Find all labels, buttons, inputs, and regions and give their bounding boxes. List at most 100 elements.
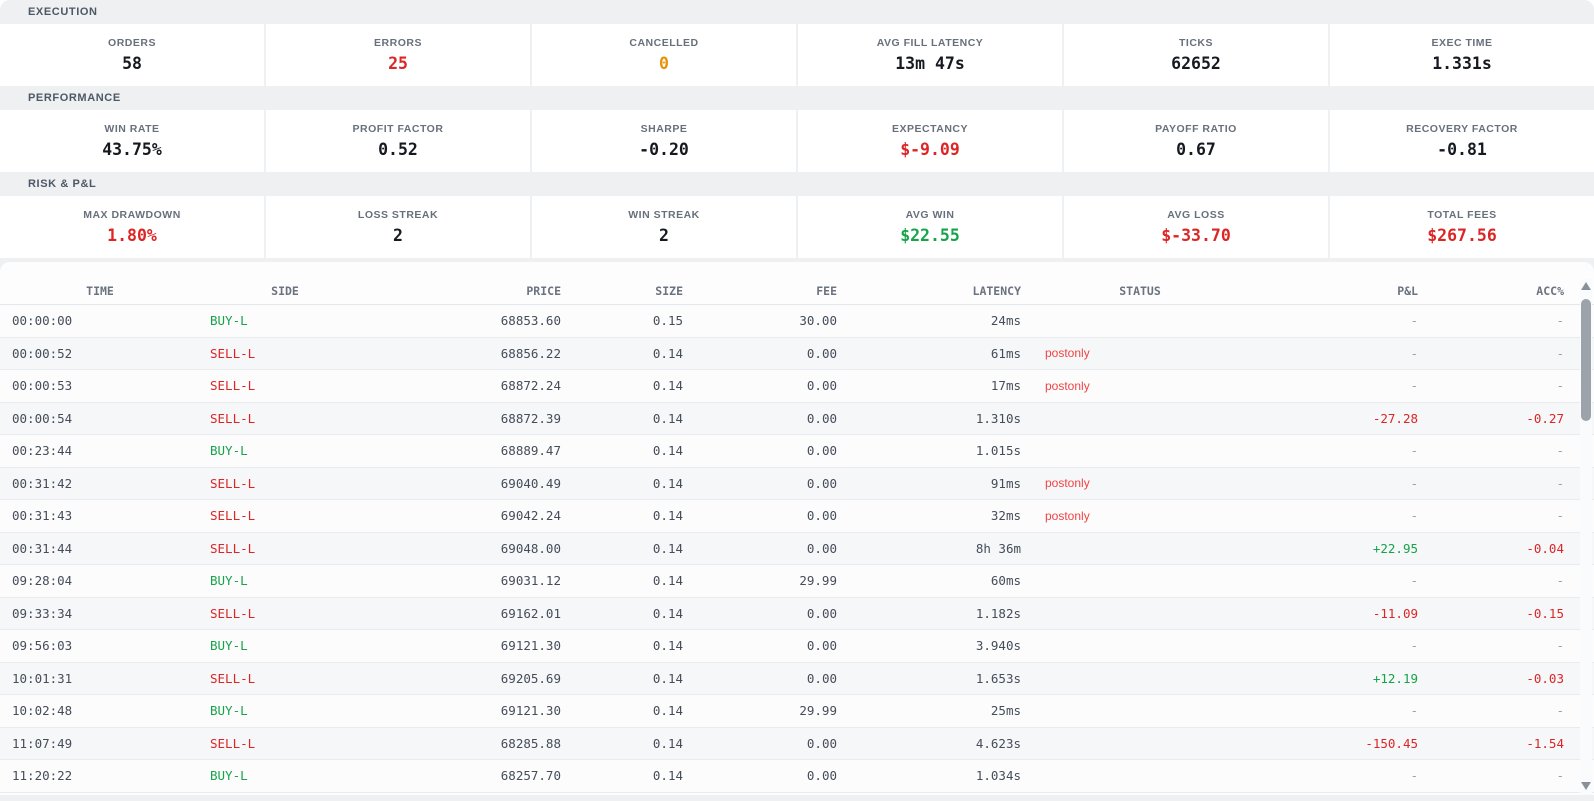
cell-side: BUY-L xyxy=(210,313,248,329)
cell-size: 0.14 xyxy=(652,540,683,556)
cell-latency: 4.623s xyxy=(975,735,1021,751)
cell-fee: 0.00 xyxy=(806,670,837,686)
table-row[interactable]: 10:01:31 SELL-L 69205.69 0.14 0.00 1.653s +12.… xyxy=(0,662,1594,695)
cell-status: postonly xyxy=(1045,476,1090,491)
section-header-execution: EXECUTION xyxy=(0,0,1594,24)
stat-value: 58 xyxy=(122,54,142,73)
table-row[interactable]: 00:00:53 SELL-L 68872.24 0.14 0.00 17ms poston… xyxy=(0,370,1594,403)
stat-card-errors: ERRORS 25 xyxy=(266,24,530,86)
cell-acc: - xyxy=(1556,768,1564,784)
cell-fee: 0.00 xyxy=(806,345,837,361)
table-row[interactable]: 09:33:34 SELL-L 69162.01 0.14 0.00 1.182s -11.… xyxy=(0,597,1594,630)
stat-label: SHARPE xyxy=(640,123,688,135)
cell-acc: -0.04 xyxy=(1526,540,1564,556)
cell-time: 09:33:34 xyxy=(12,605,73,621)
stat-label: EXEC TIME xyxy=(1431,37,1493,49)
table-row[interactable]: 00:23:44 BUY-L 68889.47 0.14 0.00 1.015s - - xyxy=(0,435,1594,468)
stat-card-expectancy: EXPECTANCY $-9.09 xyxy=(798,110,1062,172)
cell-status: postonly xyxy=(1045,508,1090,523)
scroll-up-icon[interactable] xyxy=(1581,282,1591,290)
table-row[interactable]: 11:07:49 SELL-L 68285.88 0.14 0.00 4.623s -150… xyxy=(0,727,1594,760)
cell-acc: -0.03 xyxy=(1526,670,1564,686)
scrollbar-thumb[interactable] xyxy=(1581,299,1591,421)
table-scrollbar[interactable] xyxy=(1580,279,1592,795)
table-row[interactable]: 00:31:44 SELL-L 69048.00 0.14 0.00 8h 36m +22.… xyxy=(0,532,1594,565)
cell-acc: - xyxy=(1556,703,1564,719)
trades-table-body: 00:00:00 BUY-L 68853.60 0.15 30.00 24ms - -00:0… xyxy=(0,305,1594,793)
cell-price: 69121.30 xyxy=(500,638,561,654)
table-row[interactable]: 09:28:04 BUY-L 69031.12 0.14 29.99 60ms - - xyxy=(0,565,1594,598)
stat-label: RECOVERY FACTOR xyxy=(1406,123,1518,135)
cell-latency: 3.940s xyxy=(975,638,1021,654)
cell-pnl: - xyxy=(1410,638,1418,654)
cell-pnl: - xyxy=(1410,313,1418,329)
cell-side: SELL-L xyxy=(210,508,256,524)
cell-acc: - xyxy=(1556,573,1564,589)
cell-latency: 24ms xyxy=(990,313,1021,329)
cell-time: 00:00:52 xyxy=(12,345,73,361)
stat-value: $22.55 xyxy=(900,226,960,245)
cell-time: 10:02:48 xyxy=(12,703,73,719)
cell-fee: 0.00 xyxy=(806,735,837,751)
table-row[interactable]: 00:31:43 SELL-L 69042.24 0.14 0.00 32ms poston… xyxy=(0,500,1594,533)
stat-card-recovery-factor: RECOVERY FACTOR -0.81 xyxy=(1330,110,1594,172)
table-row[interactable]: 00:00:00 BUY-L 68853.60 0.15 30.00 24ms - - xyxy=(0,305,1594,338)
stat-value: $-9.09 xyxy=(900,140,960,159)
stat-label: PAYOFF RATIO xyxy=(1155,123,1237,135)
trading-dashboard: EXECUTION ORDERS 58 ERRORS 25 CANCELLED 0 AVG F… xyxy=(0,0,1594,801)
cell-status: postonly xyxy=(1045,378,1090,393)
cell-time: 00:31:42 xyxy=(12,475,73,491)
cell-price: 69040.49 xyxy=(500,475,561,491)
cell-latency: 25ms xyxy=(990,703,1021,719)
section-title: EXECUTION xyxy=(28,6,98,18)
column-header-acc: ACC% xyxy=(1536,283,1564,298)
cell-side: BUY-L xyxy=(210,573,248,589)
cell-price: 68257.70 xyxy=(500,768,561,784)
cell-price: 69205.69 xyxy=(500,670,561,686)
cell-time: 11:07:49 xyxy=(12,735,73,751)
stat-value: 0.67 xyxy=(1176,140,1216,159)
cell-price: 69048.00 xyxy=(500,540,561,556)
table-row[interactable]: 09:56:03 BUY-L 69121.30 0.14 0.00 3.940s - - xyxy=(0,630,1594,663)
cell-size: 0.14 xyxy=(652,410,683,426)
cell-pnl: - xyxy=(1410,768,1418,784)
cell-price: 68856.22 xyxy=(500,345,561,361)
cell-time: 00:00:53 xyxy=(12,378,73,394)
cell-acc: - xyxy=(1556,508,1564,524)
table-row[interactable]: 00:31:42 SELL-L 69040.49 0.14 0.00 91ms poston… xyxy=(0,467,1594,500)
cell-pnl: - xyxy=(1410,573,1418,589)
stat-label: TOTAL FEES xyxy=(1427,209,1497,221)
cell-side: BUY-L xyxy=(210,768,248,784)
section-title: RISK & P&L xyxy=(28,178,97,190)
stat-card-loss-streak: LOSS STREAK 2 xyxy=(266,196,530,258)
cell-fee: 0.00 xyxy=(806,605,837,621)
stat-card-win-streak: WIN STREAK 2 xyxy=(532,196,796,258)
column-header-side: SIDE xyxy=(271,283,299,298)
table-row[interactable]: 10:02:48 BUY-L 69121.30 0.14 29.99 25ms - - xyxy=(0,695,1594,728)
stat-card-sharpe: SHARPE -0.20 xyxy=(532,110,796,172)
cell-time: 10:01:31 xyxy=(12,670,73,686)
stat-value: 13m 47s xyxy=(895,54,965,73)
stat-value: 2 xyxy=(659,226,669,245)
stat-card-cancelled: CANCELLED 0 xyxy=(532,24,796,86)
cell-size: 0.14 xyxy=(652,735,683,751)
table-row[interactable]: 11:20:22 BUY-L 68257.70 0.14 0.00 1.034s - - xyxy=(0,760,1594,793)
table-row[interactable]: 00:00:54 SELL-L 68872.39 0.14 0.00 1.310s -27.… xyxy=(0,402,1594,435)
cell-side: SELL-L xyxy=(210,670,256,686)
cell-acc: - xyxy=(1556,345,1564,361)
cell-side: SELL-L xyxy=(210,475,256,491)
cell-latency: 17ms xyxy=(990,378,1021,394)
cell-time: 09:56:03 xyxy=(12,638,73,654)
cell-price: 69042.24 xyxy=(500,508,561,524)
cell-latency: 32ms xyxy=(990,508,1021,524)
cell-latency: 60ms xyxy=(990,573,1021,589)
cell-fee: 0.00 xyxy=(806,443,837,459)
scroll-down-icon[interactable] xyxy=(1581,782,1591,790)
stat-label: PROFIT FACTOR xyxy=(352,123,444,135)
cell-price: 68872.24 xyxy=(500,378,561,394)
cell-latency: 1.653s xyxy=(975,670,1021,686)
cell-acc: - xyxy=(1556,313,1564,329)
stat-value: $-33.70 xyxy=(1161,226,1231,245)
stat-row-execution: ORDERS 58 ERRORS 25 CANCELLED 0 AVG FILL LATEN… xyxy=(0,24,1594,86)
table-row[interactable]: 00:00:52 SELL-L 68856.22 0.14 0.00 61ms poston… xyxy=(0,337,1594,370)
